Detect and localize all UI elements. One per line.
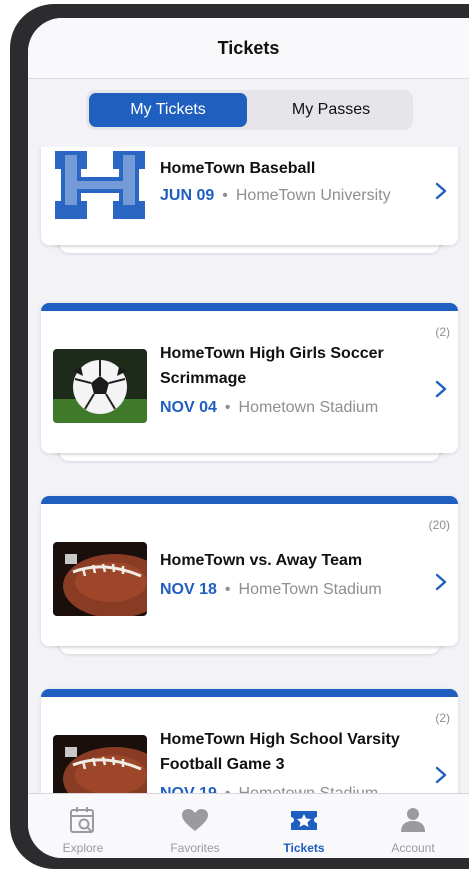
card-accent-bar bbox=[41, 303, 458, 311]
card-accent-bar bbox=[41, 689, 458, 697]
tickets-passes-segmented-control: My Tickets My Passes bbox=[86, 90, 413, 130]
chevron-right-icon[interactable] bbox=[434, 379, 448, 399]
ticket-card[interactable]: (20) HomeTown vs. Away Team NOV 18 • HomeT… bbox=[41, 496, 458, 666]
ticket-card[interactable]: HomeTown Baseball JUN 09 • HomeTown Univer… bbox=[41, 147, 458, 267]
football-image bbox=[53, 735, 147, 793]
event-title: HomeTown High Girls Soccer Scrimmage bbox=[160, 345, 384, 387]
event-venue: Hometown Stadium bbox=[239, 785, 379, 793]
ticket-card-body[interactable]: (2) HomeTown High Girls Soccer Scrimmage… bbox=[41, 303, 458, 453]
chevron-right-icon[interactable] bbox=[434, 181, 448, 201]
event-title: HomeTown High School Varsity Football Ga… bbox=[160, 731, 400, 773]
chevron-right-icon[interactable] bbox=[434, 765, 448, 785]
separator-dot: • bbox=[222, 187, 228, 204]
page-title: Tickets bbox=[217, 38, 280, 58]
my-passes-segment[interactable]: My Passes bbox=[252, 93, 410, 127]
tab-label: Favorites bbox=[170, 841, 220, 855]
separator-dot: • bbox=[225, 785, 231, 793]
ticket-card-body[interactable]: HomeTown Baseball JUN 09 • HomeTown Univer… bbox=[41, 147, 458, 245]
ticket-card-body[interactable]: (2) HomeTown High School Varsity Footbal… bbox=[41, 689, 458, 793]
app-screen: Tickets My Tickets My Passes HomeTown Ba… bbox=[28, 18, 469, 858]
separator-dot: • bbox=[224, 581, 231, 598]
event-venue: HomeTown Stadium bbox=[238, 581, 382, 598]
bottom-tab-bar: Explore Favorites Tickets Account bbox=[28, 793, 469, 858]
card-accent-bar bbox=[41, 496, 458, 504]
hometown-logo-image bbox=[53, 147, 147, 225]
tab-label: Account bbox=[391, 841, 435, 855]
event-date: JUN 09 bbox=[160, 187, 215, 204]
tab-account[interactable]: Account bbox=[363, 794, 463, 858]
ticket-count: (2) bbox=[435, 325, 450, 339]
tab-tickets[interactable]: Tickets bbox=[254, 794, 354, 858]
ticket-card-body[interactable]: (20) HomeTown vs. Away Team NOV 18 • HomeT… bbox=[41, 496, 458, 646]
tab-label: Explore bbox=[62, 841, 104, 855]
my-tickets-segment[interactable]: My Tickets bbox=[89, 93, 247, 127]
ticket-card[interactable]: (2) HomeTown High Girls Soccer Scrimmage… bbox=[41, 303, 458, 473]
tab-label: Tickets bbox=[283, 841, 325, 855]
ticket-count: (20) bbox=[428, 518, 450, 532]
nav-header: Tickets bbox=[28, 18, 469, 79]
event-meta: JUN 09 • HomeTown University bbox=[160, 187, 391, 205]
event-date: NOV 19 bbox=[160, 785, 217, 793]
ticket-list[interactable]: HomeTown Baseball JUN 09 • HomeTown Univer… bbox=[28, 147, 469, 793]
segment-bar: My Tickets My Passes bbox=[28, 79, 469, 147]
event-title: HomeTown Baseball bbox=[160, 160, 316, 177]
event-date: NOV 18 bbox=[160, 581, 217, 598]
event-venue: HomeTown University bbox=[235, 187, 391, 204]
soccer-ball-image bbox=[53, 349, 147, 423]
event-venue: Hometown Stadium bbox=[238, 399, 379, 416]
ticket-card[interactable]: (2) HomeTown High School Varsity Footbal… bbox=[41, 689, 458, 793]
tab-explore[interactable]: Explore bbox=[33, 794, 133, 858]
event-title: HomeTown vs. Away Team bbox=[160, 552, 363, 569]
chevron-right-icon[interactable] bbox=[434, 572, 448, 592]
event-meta: NOV 04 • Hometown Stadium bbox=[160, 399, 378, 417]
heart-icon bbox=[182, 809, 208, 831]
event-date: NOV 04 bbox=[160, 399, 217, 416]
person-icon bbox=[401, 808, 425, 832]
tab-favorites[interactable]: Favorites bbox=[145, 794, 245, 858]
ticket-count: (2) bbox=[435, 711, 450, 725]
football-image bbox=[53, 542, 147, 616]
separator-dot: • bbox=[224, 399, 231, 416]
event-meta: NOV 19 • Hometown Stadium bbox=[160, 785, 378, 793]
event-meta: NOV 18 • HomeTown Stadium bbox=[160, 581, 382, 599]
calendar-search-icon bbox=[70, 807, 94, 833]
ticket-star-icon bbox=[291, 811, 317, 830]
